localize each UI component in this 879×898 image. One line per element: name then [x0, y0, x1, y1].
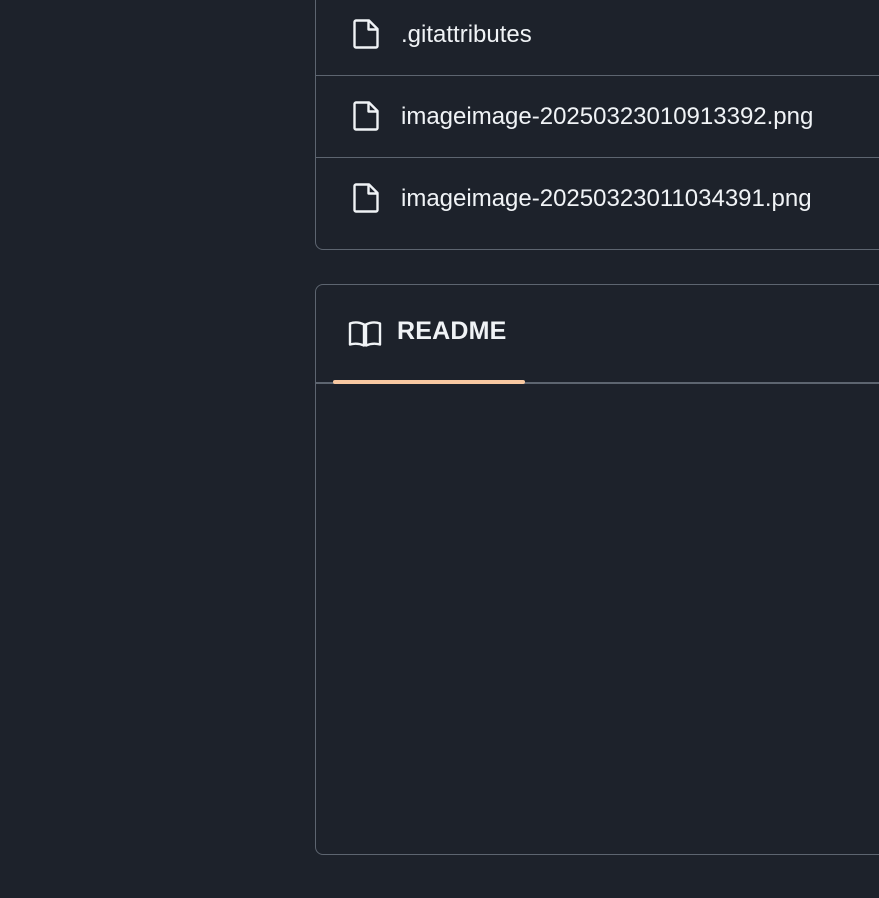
file-name-link[interactable]: imageimage-20250323010913392.png [401, 76, 813, 158]
file-row[interactable]: .gitattributes [316, 0, 879, 75]
tab-label: README [397, 317, 507, 345]
file-icon [353, 19, 379, 49]
tab-readme[interactable]: README [333, 285, 525, 384]
readme-content [316, 384, 879, 854]
file-row[interactable]: imageimage-20250323011034391.png [316, 157, 879, 239]
file-icon [353, 101, 379, 131]
file-list: .gitattributes imageimage-20250323010913… [315, 0, 879, 250]
readme-tabbar: README [316, 285, 879, 384]
file-row[interactable]: imageimage-20250323010913392.png [316, 75, 879, 157]
readme-panel: README [315, 284, 879, 855]
book-icon [348, 321, 382, 347]
file-icon [353, 183, 379, 213]
file-name-link[interactable]: imageimage-20250323011034391.png [401, 158, 812, 240]
file-name-link[interactable]: .gitattributes [401, 0, 532, 76]
